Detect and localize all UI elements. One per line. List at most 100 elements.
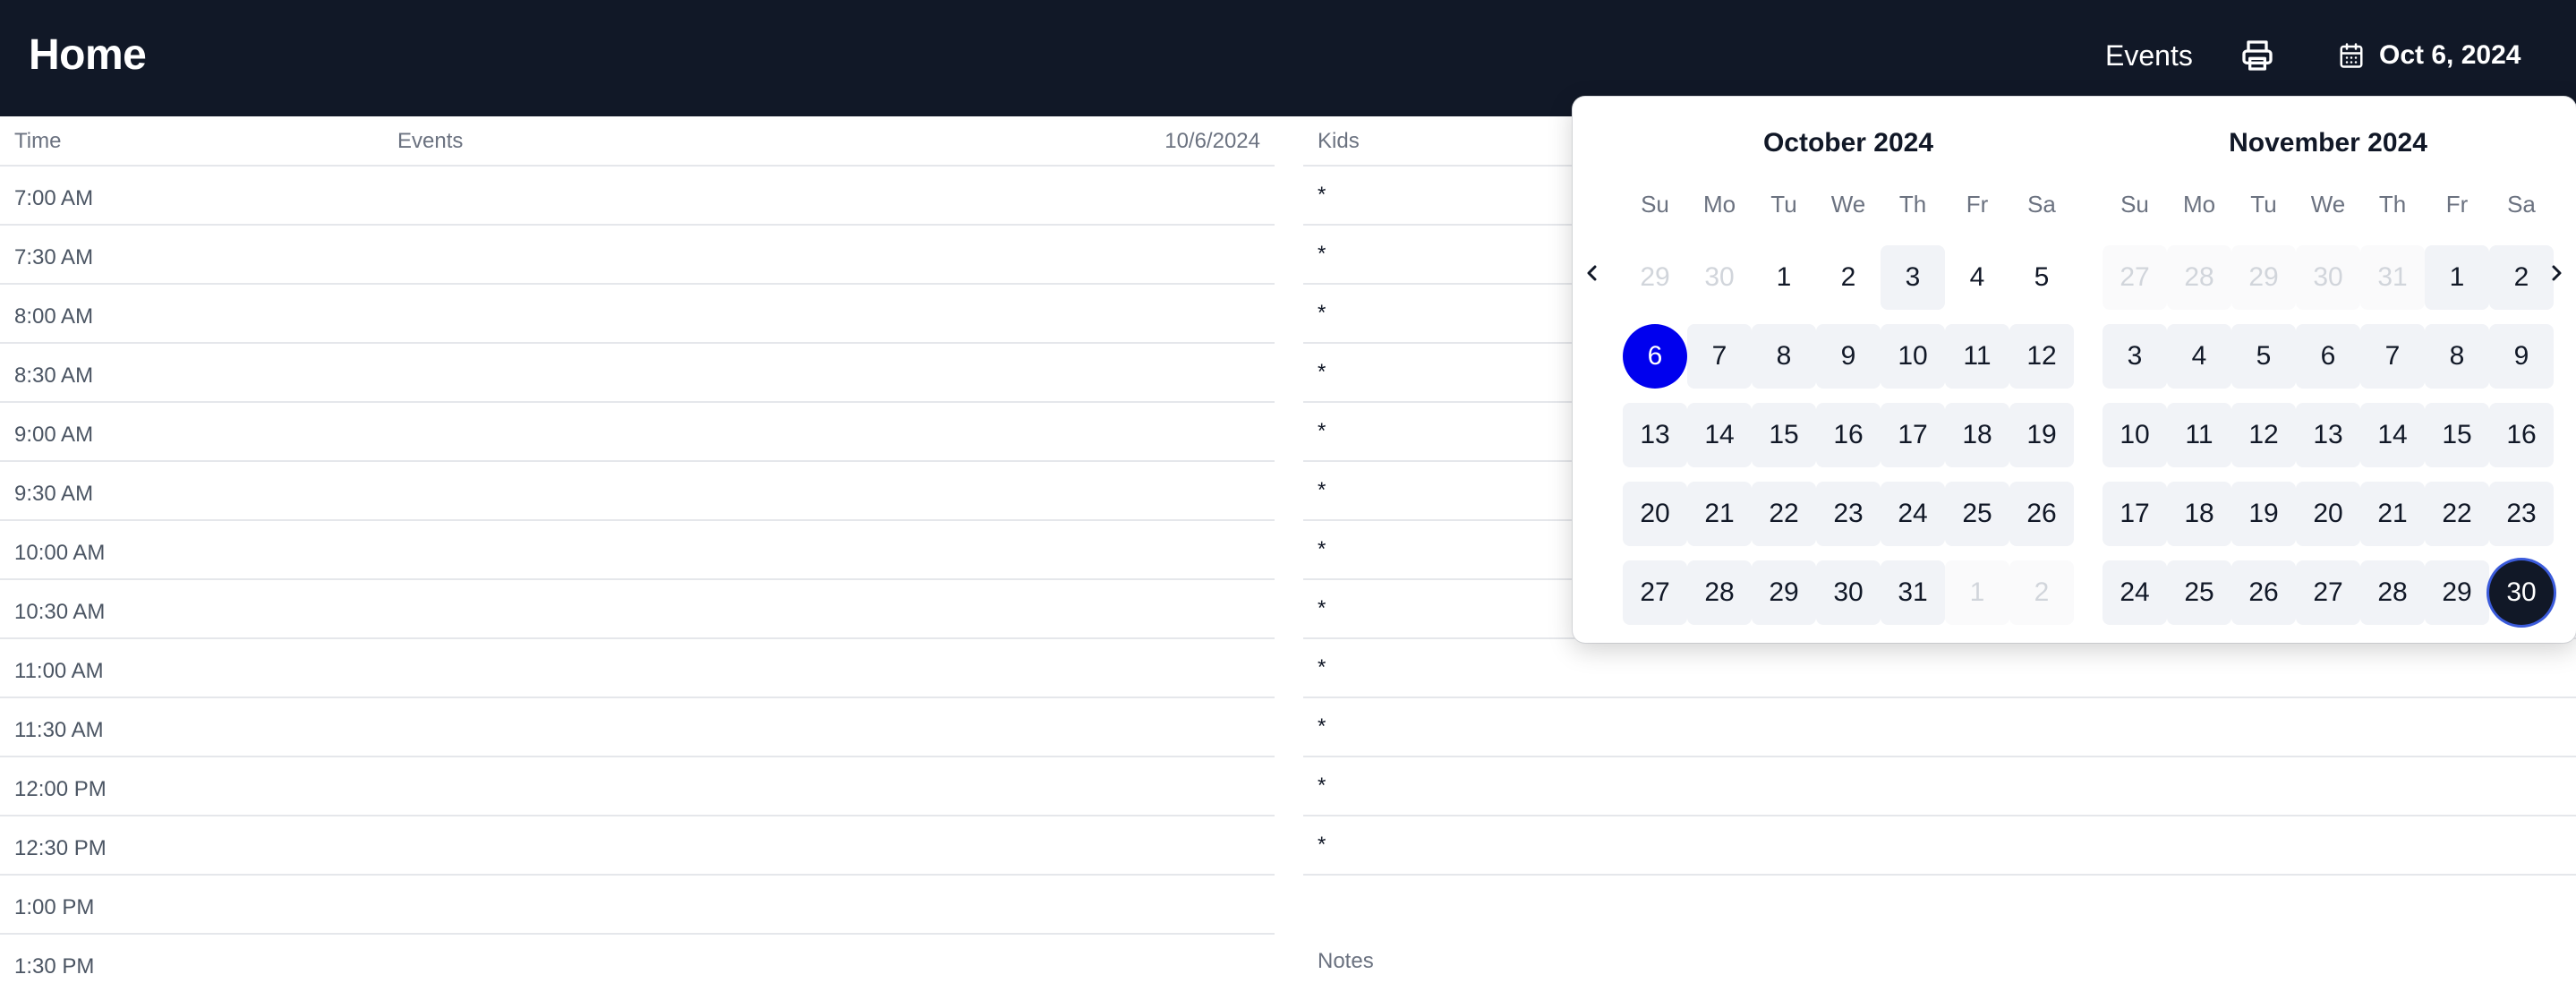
kids-row[interactable]: *	[1303, 816, 2576, 876]
calendar-day[interactable]: 26	[2231, 560, 2296, 625]
calendar-day[interactable]: 27	[1623, 560, 1687, 625]
calendar-day[interactable]: 29	[1623, 245, 1687, 310]
calendar-day[interactable]: 12	[2009, 324, 2074, 389]
previous-month-button[interactable]	[1576, 255, 1608, 291]
weekday-label: Tu	[1770, 191, 1797, 218]
calendar-day[interactable]: 8	[1752, 324, 1816, 389]
time-slot-row[interactable]: 1:30 PM	[0, 935, 1275, 983]
time-slot-row[interactable]: 10:30 AM	[0, 580, 1275, 639]
calendar-day[interactable]: 29	[1752, 560, 1816, 625]
calendar-day[interactable]: 10	[2103, 403, 2167, 467]
calendar-day[interactable]: 30	[2489, 560, 2554, 625]
calendar-day[interactable]: 8	[2425, 324, 2489, 389]
calendar-day[interactable]: 14	[2360, 403, 2425, 467]
calendar-day[interactable]: 20	[1623, 482, 1687, 546]
calendar-day[interactable]: 25	[2167, 560, 2231, 625]
time-slot-row[interactable]: 12:30 PM	[0, 816, 1275, 876]
kids-row[interactable]: *	[1303, 757, 2576, 816]
calendar-day[interactable]: 16	[1816, 403, 1881, 467]
events-link[interactable]: Events	[2105, 39, 2193, 73]
calendar-day[interactable]: 21	[2360, 482, 2425, 546]
kids-heading: Kids	[1318, 129, 1360, 153]
calendar-day[interactable]: 6	[1623, 324, 1687, 389]
time-slot-label: 1:00 PM	[14, 895, 95, 919]
next-month-button[interactable]	[2540, 255, 2572, 291]
calendar-day[interactable]: 1	[1945, 560, 2009, 625]
calendar-day[interactable]: 22	[2425, 482, 2489, 546]
calendar-day[interactable]: 7	[1687, 324, 1752, 389]
calendar-day[interactable]: 16	[2489, 403, 2554, 467]
calendar-day[interactable]: 3	[2103, 324, 2167, 389]
time-slot-label: 12:00 PM	[14, 777, 107, 801]
calendar-day[interactable]: 30	[2296, 245, 2360, 310]
weekday-label: Tu	[2250, 191, 2277, 218]
date-picker-button[interactable]: Oct 6, 2024	[2338, 34, 2521, 77]
calendar-day[interactable]: 13	[2296, 403, 2360, 467]
calendar-day[interactable]: 28	[1687, 560, 1752, 625]
calendar-day[interactable]: 14	[1687, 403, 1752, 467]
calendar-day[interactable]: 22	[1752, 482, 1816, 546]
kids-row-mark: *	[1318, 301, 1326, 325]
calendar-day[interactable]: 18	[1945, 403, 2009, 467]
time-slot-row[interactable]: 8:30 AM	[0, 344, 1275, 403]
calendar-day[interactable]: 30	[1816, 560, 1881, 625]
calendar-day[interactable]: 6	[2296, 324, 2360, 389]
calendar-day[interactable]: 15	[2425, 403, 2489, 467]
calendar-day[interactable]: 29	[2231, 245, 2296, 310]
time-slot-row[interactable]: 9:00 AM	[0, 403, 1275, 462]
calendar-day[interactable]: 27	[2296, 560, 2360, 625]
time-slot-row[interactable]: 11:00 AM	[0, 639, 1275, 698]
calendar-day[interactable]: 4	[1945, 245, 2009, 310]
calendar-day[interactable]: 13	[1623, 403, 1687, 467]
kids-row[interactable]: *	[1303, 639, 2576, 698]
kids-row[interactable]: *	[1303, 698, 2576, 757]
calendar-day[interactable]: 23	[1816, 482, 1881, 546]
calendar-day[interactable]: 24	[1881, 482, 1945, 546]
calendar-day[interactable]: 19	[2009, 403, 2074, 467]
calendar-day[interactable]: 2	[1816, 245, 1881, 310]
calendar-day[interactable]: 29	[2425, 560, 2489, 625]
calendar-day[interactable]: 20	[2296, 482, 2360, 546]
print-button[interactable]	[2239, 38, 2275, 73]
calendar-day[interactable]: 24	[2103, 560, 2167, 625]
calendar-day[interactable]: 19	[2231, 482, 2296, 546]
calendar-day[interactable]: 2	[2009, 560, 2074, 625]
calendar-day[interactable]: 31	[1881, 560, 1945, 625]
calendar-day[interactable]: 11	[1945, 324, 2009, 389]
time-slot-row[interactable]: 7:30 AM	[0, 226, 1275, 285]
time-slot-row[interactable]: 12:00 PM	[0, 757, 1275, 816]
calendar-day[interactable]: 30	[1687, 245, 1752, 310]
calendar-day[interactable]: 18	[2167, 482, 2231, 546]
time-slot-row[interactable]: 8:00 AM	[0, 285, 1275, 344]
time-slot-row[interactable]: 10:00 AM	[0, 521, 1275, 580]
calendar-day[interactable]: 31	[2360, 245, 2425, 310]
calendar-day[interactable]: 12	[2231, 403, 2296, 467]
time-slot-row[interactable]: 7:00 AM	[0, 167, 1275, 226]
calendar-day[interactable]: 15	[1752, 403, 1816, 467]
time-slot-row[interactable]: 11:30 AM	[0, 698, 1275, 757]
calendar-day[interactable]: 25	[1945, 482, 2009, 546]
calendar-day[interactable]: 17	[2103, 482, 2167, 546]
calendar-day[interactable]: 4	[2167, 324, 2231, 389]
calendar-day[interactable]: 1	[2425, 245, 2489, 310]
calendar-day[interactable]: 17	[1881, 403, 1945, 467]
calendar-day[interactable]: 27	[2103, 245, 2167, 310]
calendar-day[interactable]: 3	[1881, 245, 1945, 310]
calendar-day[interactable]: 28	[2167, 245, 2231, 310]
time-slot-row[interactable]: 9:30 AM	[0, 462, 1275, 521]
calendar-day[interactable]: 5	[2009, 245, 2074, 310]
calendar-day[interactable]: 21	[1687, 482, 1752, 546]
calendar-day[interactable]: 7	[2360, 324, 2425, 389]
calendar-day[interactable]: 9	[2489, 324, 2554, 389]
calendar-day[interactable]: 26	[2009, 482, 2074, 546]
weekday-label: Mo	[2182, 191, 2216, 218]
calendar-day[interactable]: 10	[1881, 324, 1945, 389]
calendar-day[interactable]: 1	[1752, 245, 1816, 310]
calendar-day[interactable]: 5	[2231, 324, 2296, 389]
calendar-day[interactable]: 11	[2167, 403, 2231, 467]
time-slot-row[interactable]: 1:00 PM	[0, 876, 1275, 935]
calendar-day[interactable]: 28	[2360, 560, 2425, 625]
kids-row-mark: *	[1318, 419, 1326, 443]
calendar-day[interactable]: 23	[2489, 482, 2554, 546]
calendar-day[interactable]: 9	[1816, 324, 1881, 389]
